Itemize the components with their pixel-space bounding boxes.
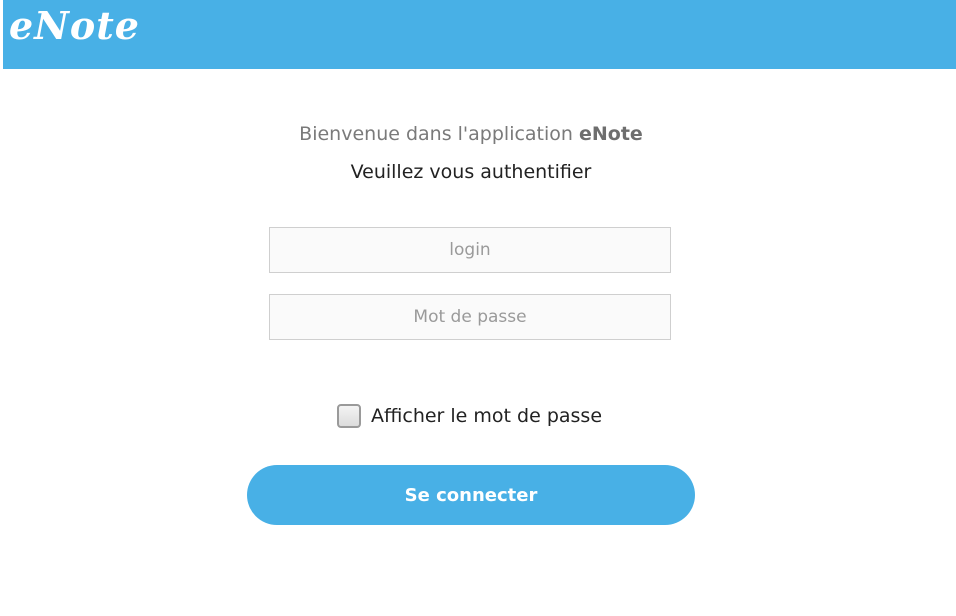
app-logo: eNote: [9, 3, 140, 48]
login-page: eNote Bienvenue dans l'application eNote…: [0, 0, 956, 616]
show-password-toggle[interactable]: Afficher le mot de passe: [337, 401, 602, 431]
welcome-prefix: Bienvenue dans l'application: [299, 123, 579, 145]
show-password-checkbox[interactable]: [337, 404, 361, 428]
password-input[interactable]: [269, 294, 671, 340]
welcome-message: Bienvenue dans l'application eNote: [0, 120, 942, 148]
login-input[interactable]: [269, 227, 671, 273]
welcome-app-name: eNote: [579, 123, 643, 145]
login-button[interactable]: Se connecter: [247, 465, 695, 525]
show-password-label[interactable]: Afficher le mot de passe: [371, 405, 602, 427]
app-header: eNote: [3, 0, 956, 69]
auth-prompt: Veuillez vous authentifier: [350, 161, 592, 183]
